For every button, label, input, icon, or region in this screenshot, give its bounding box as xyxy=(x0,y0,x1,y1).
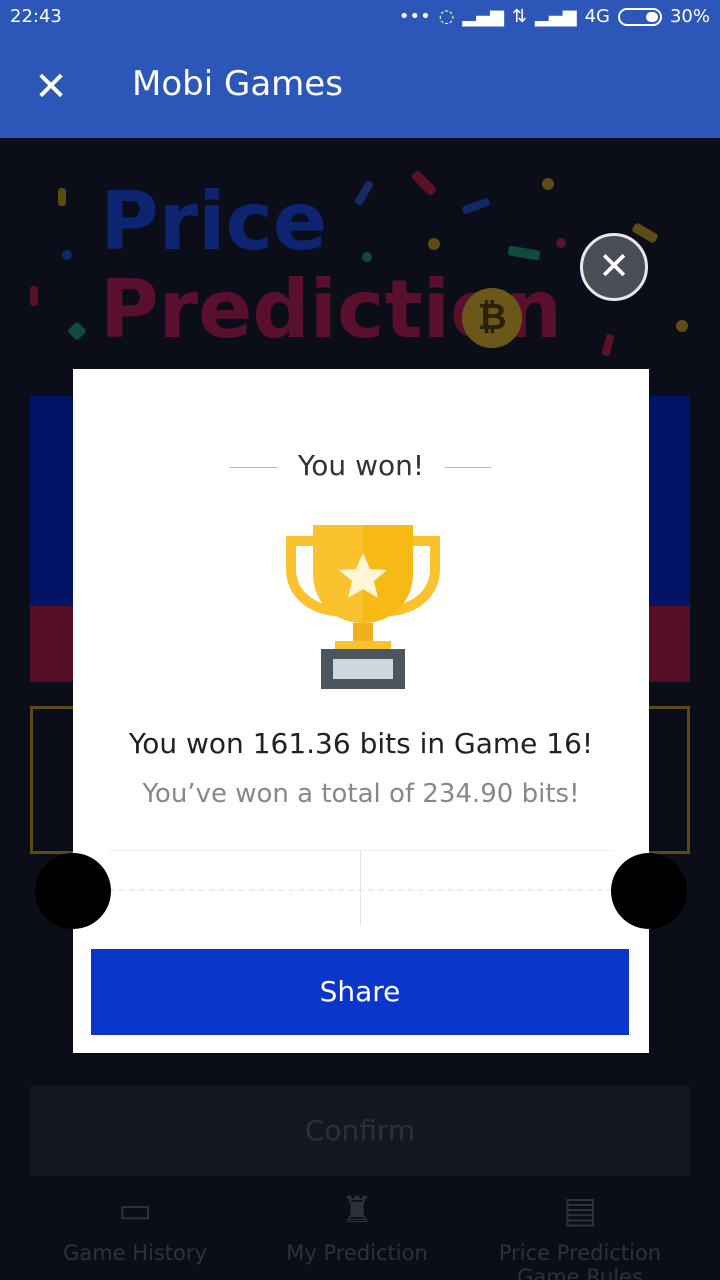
confetti xyxy=(58,188,66,206)
chart-icon: ▭ xyxy=(117,1190,152,1231)
ticket-separator xyxy=(360,851,361,926)
network-type: 4G xyxy=(584,6,610,27)
nav-label: Price Prediction Game Rules xyxy=(498,1241,662,1280)
battery-icon xyxy=(617,7,662,26)
nav-game-history[interactable]: ▭ Game History xyxy=(60,1190,210,1265)
status-time: 22:43 xyxy=(10,6,62,27)
nav-label: Game History xyxy=(63,1241,207,1265)
status-icons: ••• ◌ ▂▄▆ ⇅ ▂▄▆ 4G 30% xyxy=(399,6,710,27)
data-arrows-icon: ⇅ xyxy=(511,6,528,27)
win-message: You won 161.36 bits in Game 16! xyxy=(128,727,594,760)
divider xyxy=(229,466,278,468)
battery-level: 30% xyxy=(669,6,710,27)
divider xyxy=(444,466,493,468)
confetti xyxy=(67,321,87,341)
app-bar: ✕ Mobi Games xyxy=(0,36,720,138)
confetti xyxy=(30,286,38,306)
trophy-icon xyxy=(286,525,440,689)
confetti xyxy=(428,238,440,250)
close-icon[interactable]: ✕ xyxy=(30,66,72,108)
nav-game-rules[interactable]: ▤ Price Prediction Game Rules xyxy=(490,1190,670,1280)
document-icon: ▤ xyxy=(562,1190,597,1231)
confetti xyxy=(676,320,688,332)
confetti xyxy=(362,252,372,262)
confirm-button[interactable]: Confirm xyxy=(30,1086,690,1176)
ticket-divider xyxy=(109,850,613,851)
win-dialog: You won! You won 161.36 bits in Game 16!… xyxy=(35,369,687,1053)
dialog-header: You won! xyxy=(73,449,649,482)
sync-icon: ◌ xyxy=(438,6,455,27)
modal-close-button[interactable]: ✕ xyxy=(580,233,648,301)
ticket-perforation xyxy=(109,889,613,891)
confetti xyxy=(556,238,566,248)
dialog-title: You won! xyxy=(297,449,425,482)
ticket-notch-right xyxy=(611,853,687,929)
signal-icon: ▂▄▆ xyxy=(462,6,504,27)
ticket-notch-left xyxy=(35,853,111,929)
hero-line-1: Price xyxy=(100,175,328,268)
total-winnings: You’ve won a total of 234.90 bits! xyxy=(142,779,580,809)
bottom-nav: ▭ Game History ♜ My Prediction ▤ Price P… xyxy=(0,1190,720,1280)
nav-label: My Prediction xyxy=(286,1241,428,1265)
confetti xyxy=(601,333,615,357)
trophy-icon: ♜ xyxy=(340,1190,374,1231)
status-bar: 22:43 ••• ◌ ▂▄▆ ⇅ ▂▄▆ 4G 30% xyxy=(0,0,720,36)
more-icon: ••• xyxy=(398,6,431,27)
confetti xyxy=(62,250,72,260)
bitcoin-icon: ₿ xyxy=(462,288,522,348)
signal-icon-2: ▂▄▆ xyxy=(535,6,577,27)
share-button[interactable]: Share xyxy=(91,949,629,1035)
app-title: Mobi Games xyxy=(132,64,343,104)
nav-my-prediction[interactable]: ♜ My Prediction xyxy=(282,1190,432,1265)
confetti xyxy=(542,178,554,190)
